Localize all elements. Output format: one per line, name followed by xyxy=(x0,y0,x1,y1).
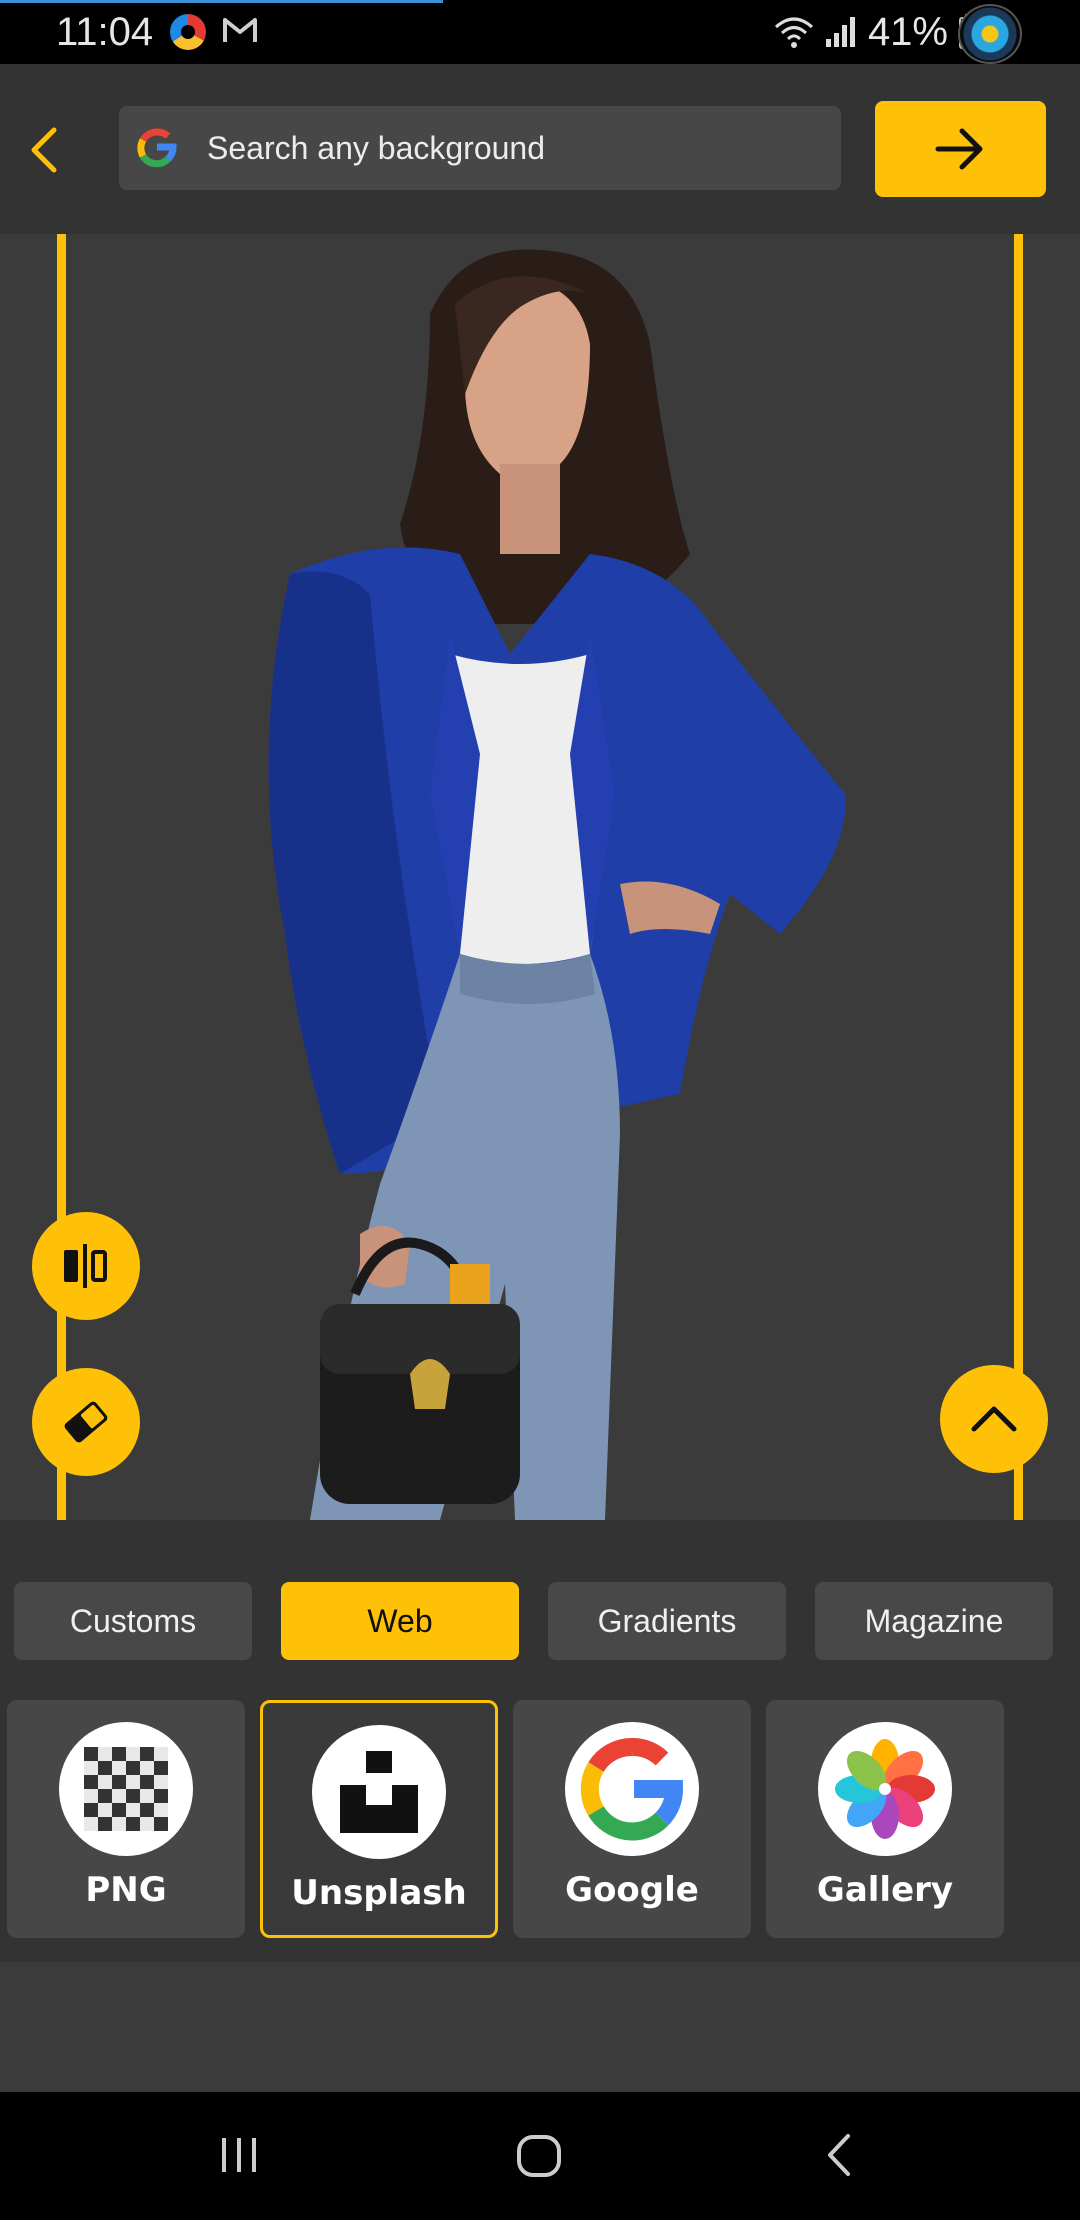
loading-progress xyxy=(0,0,443,3)
source-png[interactable]: PNG xyxy=(7,1700,245,1938)
gallery-flower-icon xyxy=(818,1722,952,1856)
subject-photo xyxy=(268,249,846,1520)
battery-percent: 41% xyxy=(867,10,948,54)
category-tabs: Customs Web Gradients Magazine xyxy=(0,1520,1080,1680)
eraser-button[interactable] xyxy=(32,1368,140,1476)
google-icon xyxy=(565,1722,699,1856)
tab-magazine[interactable]: Magazine xyxy=(815,1582,1053,1660)
canvas-right-border xyxy=(1014,234,1023,1520)
arrow-right-icon xyxy=(935,128,983,170)
empty-panel xyxy=(0,1962,1080,2092)
unsplash-icon xyxy=(312,1725,446,1859)
canvas-left-border xyxy=(57,234,66,1520)
source-gallery[interactable]: Gallery xyxy=(766,1700,1004,1938)
tab-gradients[interactable]: Gradients xyxy=(548,1582,786,1660)
gmail-icon xyxy=(223,18,257,42)
source-gallery-label: Gallery xyxy=(816,1870,954,1910)
compare-icon xyxy=(64,1244,107,1288)
search-go-button[interactable] xyxy=(875,101,1046,197)
recents-icon[interactable] xyxy=(214,2130,264,2180)
home-icon[interactable] xyxy=(514,2130,566,2182)
source-unsplash[interactable]: Unsplash xyxy=(260,1700,498,1938)
back-icon[interactable] xyxy=(24,122,64,178)
avatar-icon[interactable] xyxy=(958,4,1022,64)
search-placeholder: Search any background xyxy=(207,130,545,166)
wifi-icon xyxy=(774,17,813,48)
edit-canvas[interactable] xyxy=(0,234,1080,1520)
compare-button[interactable] xyxy=(32,1212,140,1320)
app-icon xyxy=(170,14,206,50)
back-nav-icon[interactable] xyxy=(816,2130,866,2180)
source-list: PNG Unsplash Google Gallery xyxy=(0,1680,1080,1962)
source-google-label: Google xyxy=(565,1870,699,1910)
search-field[interactable]: Search any background xyxy=(119,106,841,190)
expand-panel-button[interactable] xyxy=(940,1365,1048,1473)
chevron-up-icon xyxy=(971,1406,1017,1432)
top-bar: Search any background xyxy=(0,64,1080,234)
tab-customs[interactable]: Customs xyxy=(14,1582,252,1660)
source-png-label: PNG xyxy=(85,1870,167,1910)
status-time: 11:04 xyxy=(56,10,154,54)
signal-icon xyxy=(825,17,855,47)
source-google[interactable]: Google xyxy=(513,1700,751,1938)
source-unsplash-label: Unsplash xyxy=(291,1873,467,1913)
system-nav-bar xyxy=(0,2092,1080,2220)
google-icon xyxy=(137,128,177,168)
eraser-icon xyxy=(64,1401,108,1443)
transparent-grid-icon xyxy=(59,1722,193,1856)
tab-web[interactable]: Web xyxy=(281,1582,519,1660)
status-bar: 11:04 41% xyxy=(0,0,1080,64)
status-right: 41% xyxy=(774,6,980,58)
